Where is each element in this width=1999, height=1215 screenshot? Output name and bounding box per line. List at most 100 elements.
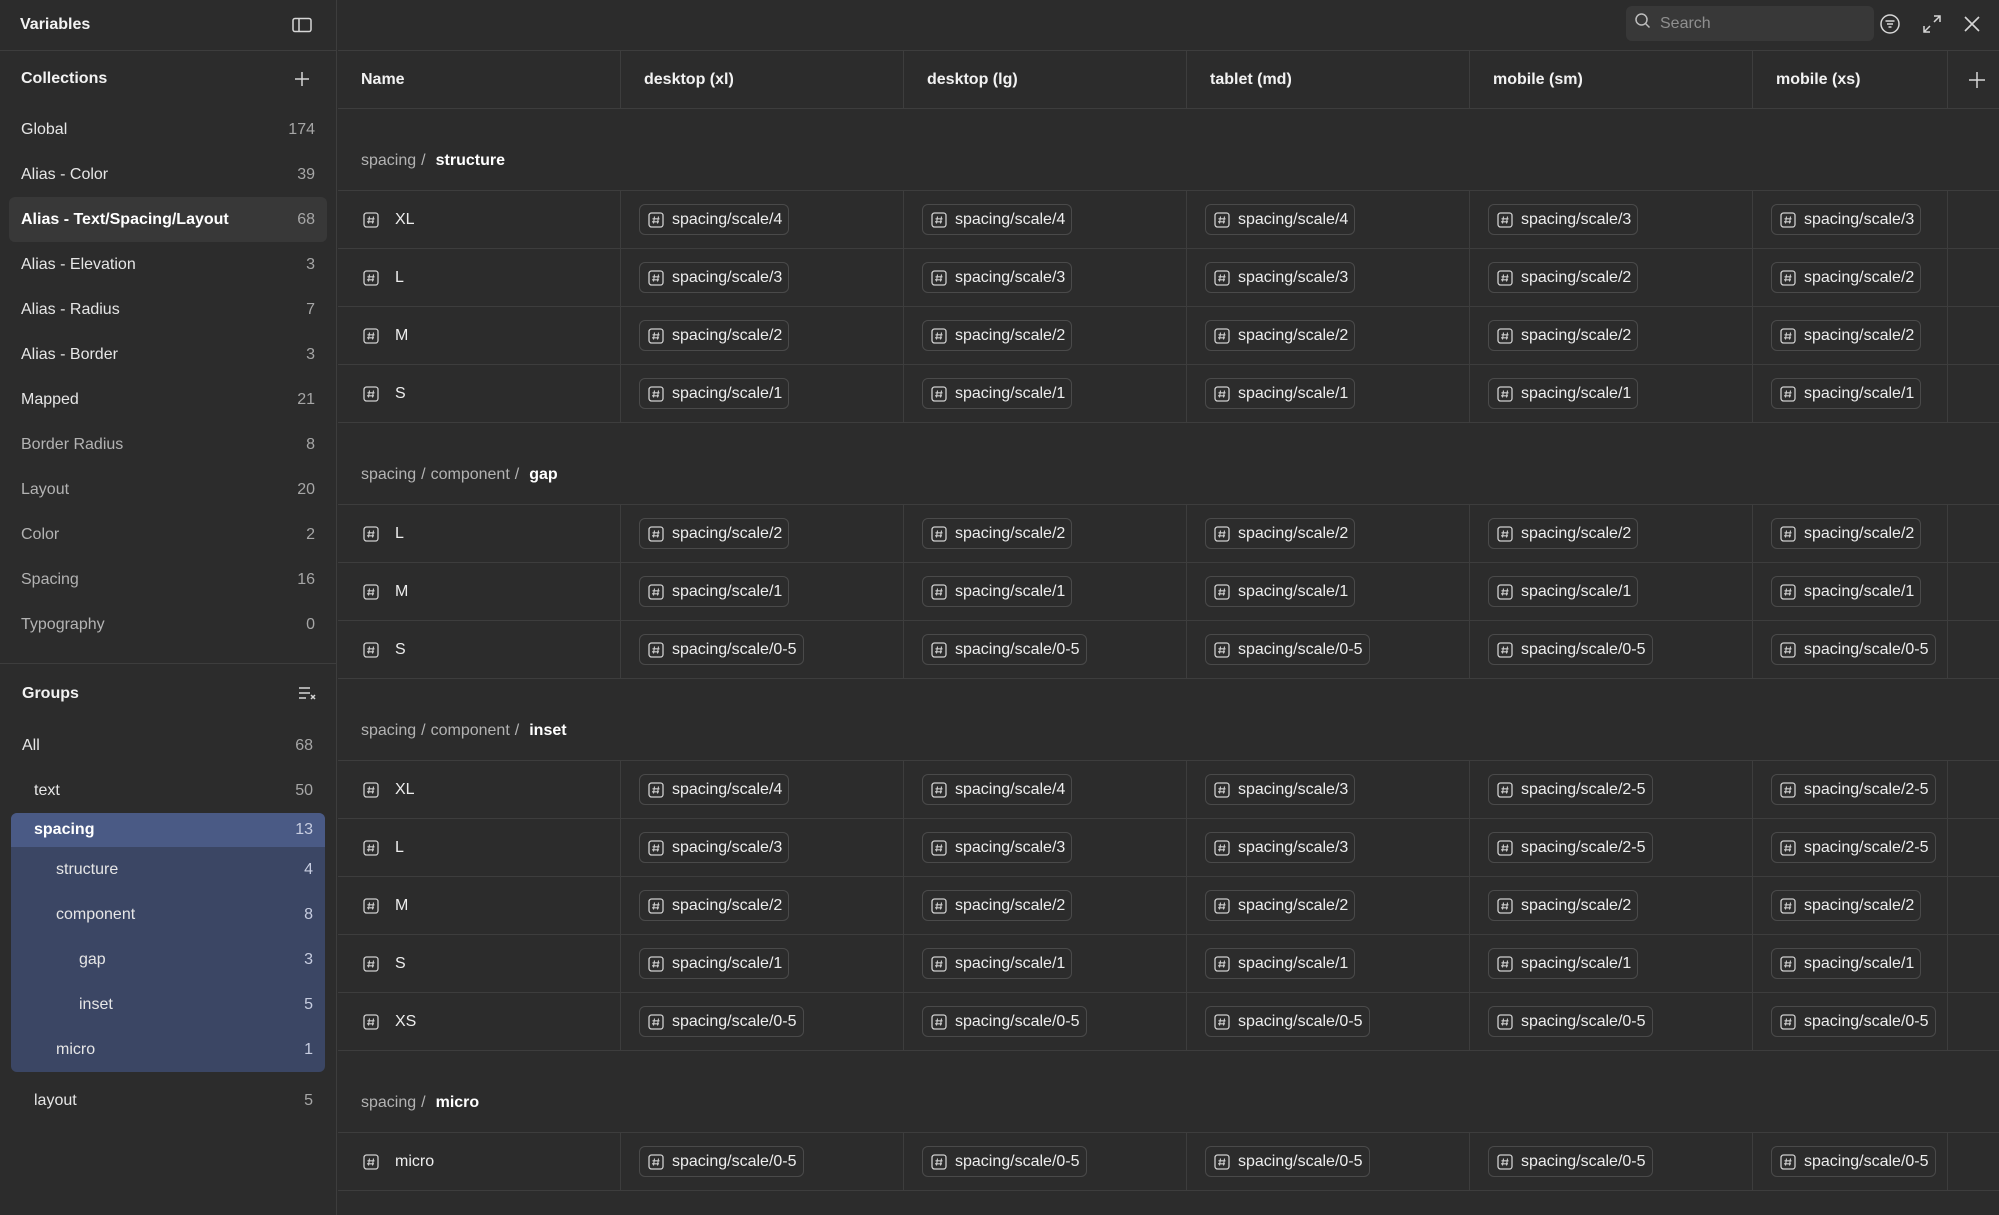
variable-value-cell[interactable]: spacing/scale/2 [904,877,1187,934]
variable-row[interactable]: micro spacing/scale/0-5 spacing/scale/0-5 s… [338,1133,1999,1191]
variable-value-cell[interactable]: spacing/scale/4 [621,761,904,818]
collection-item[interactable]: Border Radius 8 [9,422,327,467]
collection-item[interactable]: Color 2 [9,512,327,557]
group-item-layout[interactable]: layout 5 [11,1078,325,1123]
alias-chip[interactable]: spacing/scale/2 [1771,518,1922,549]
alias-chip[interactable]: spacing/scale/3 [922,832,1073,863]
close-icon[interactable] [1958,10,1986,38]
collection-item[interactable]: Typography 0 [9,602,327,647]
variable-name-cell[interactable]: micro [338,1133,621,1190]
variable-value-cell[interactable]: spacing/scale/2-5 [1470,819,1753,876]
alias-chip[interactable]: spacing/scale/1 [1205,948,1356,979]
variable-value-cell[interactable]: spacing/scale/2 [1470,505,1753,562]
alias-chip[interactable]: spacing/scale/3 [639,262,790,293]
variable-name-cell[interactable]: M [338,563,621,620]
variable-value-cell[interactable]: spacing/scale/3 [1187,761,1470,818]
group-item-spacing[interactable]: spacing 13 [11,813,325,847]
alias-chip[interactable]: spacing/scale/0-5 [922,1146,1087,1177]
variable-value-cell[interactable]: spacing/scale/1 [1187,365,1470,422]
variable-value-cell[interactable]: spacing/scale/0-5 [904,993,1187,1050]
alias-chip[interactable]: spacing/scale/2 [1205,518,1356,549]
variable-value-cell[interactable]: spacing/scale/4 [904,761,1187,818]
alias-chip[interactable]: spacing/scale/4 [639,204,790,235]
variable-value-cell[interactable]: spacing/scale/1 [1753,365,1948,422]
alias-chip[interactable]: spacing/scale/0-5 [1771,1006,1936,1037]
group-item-gap[interactable]: gap 3 [11,937,325,982]
variable-value-cell[interactable]: spacing/scale/4 [621,191,904,248]
variable-value-cell[interactable]: spacing/scale/2 [1470,249,1753,306]
alias-chip[interactable]: spacing/scale/2-5 [1771,774,1936,805]
alias-chip[interactable]: spacing/scale/4 [639,774,790,805]
alias-chip[interactable]: spacing/scale/2 [922,518,1073,549]
variable-value-cell[interactable]: spacing/scale/1 [1753,563,1948,620]
variable-value-cell[interactable]: spacing/scale/2-5 [1753,761,1948,818]
variable-value-cell[interactable]: spacing/scale/2 [904,505,1187,562]
variable-value-cell[interactable]: spacing/scale/2 [1187,877,1470,934]
alias-chip[interactable]: spacing/scale/3 [1771,204,1922,235]
variable-value-cell[interactable]: spacing/scale/1 [1187,563,1470,620]
variable-row[interactable]: Lspacing/scale/3 spacing/scale/3 spacing/s… [338,249,1999,307]
search-box[interactable] [1626,6,1874,41]
collection-item[interactable]: Mapped 21 [9,377,327,422]
variable-value-cell[interactable]: spacing/scale/2 [1753,877,1948,934]
collection-item[interactable]: Alias - Radius 7 [9,287,327,332]
alias-chip[interactable]: spacing/scale/4 [922,774,1073,805]
alias-chip[interactable]: spacing/scale/0-5 [639,1146,804,1177]
collection-item[interactable]: Alias - Elevation 3 [9,242,327,287]
variable-row[interactable]: Mspacing/scale/2 spacing/scale/2 spacing/s… [338,877,1999,935]
collection-item[interactable]: Alias - Color 39 [9,152,327,197]
variable-value-cell[interactable]: spacing/scale/2 [904,307,1187,364]
alias-chip[interactable]: spacing/scale/0-5 [1488,634,1653,665]
variable-value-cell[interactable]: spacing/scale/2 [1470,307,1753,364]
variable-value-cell[interactable]: spacing/scale/3 [1470,191,1753,248]
column-header-mode[interactable]: mobile (xs) [1753,51,1948,109]
variable-value-cell[interactable]: spacing/scale/0-5 [1187,1133,1470,1190]
alias-chip[interactable]: spacing/scale/1 [1771,576,1922,607]
alias-chip[interactable]: spacing/scale/1 [922,378,1073,409]
alias-chip[interactable]: spacing/scale/2 [1488,262,1639,293]
group-item-micro[interactable]: micro 1 [11,1027,325,1072]
alias-chip[interactable]: spacing/scale/2-5 [1488,832,1653,863]
variable-name-cell[interactable]: L [338,819,621,876]
alias-chip[interactable]: spacing/scale/1 [639,576,790,607]
variable-name-cell[interactable]: XL [338,761,621,818]
alias-chip[interactable]: spacing/scale/3 [1205,774,1356,805]
variable-name-cell[interactable]: L [338,505,621,562]
expand-icon[interactable] [1918,10,1946,38]
variable-value-cell[interactable]: spacing/scale/1 [904,365,1187,422]
alias-chip[interactable]: spacing/scale/0-5 [639,634,804,665]
alias-chip[interactable]: spacing/scale/2 [1771,262,1922,293]
group-item-all[interactable]: All 68 [11,723,325,768]
variable-value-cell[interactable]: spacing/scale/0-5 [1753,1133,1948,1190]
group-item-component[interactable]: component 8 [11,892,325,937]
alias-chip[interactable]: spacing/scale/1 [1205,576,1356,607]
variable-value-cell[interactable]: spacing/scale/1 [1470,365,1753,422]
alias-chip[interactable]: spacing/scale/3 [1488,204,1639,235]
alias-chip[interactable]: spacing/scale/2 [922,320,1073,351]
variable-value-cell[interactable]: spacing/scale/0-5 [621,621,904,678]
alias-chip[interactable]: spacing/scale/1 [1205,378,1356,409]
alias-chip[interactable]: spacing/scale/1 [1771,948,1922,979]
variable-value-cell[interactable]: spacing/scale/2 [1187,505,1470,562]
variable-value-cell[interactable]: spacing/scale/2 [621,307,904,364]
variable-value-cell[interactable]: spacing/scale/2-5 [1470,761,1753,818]
alias-chip[interactable]: spacing/scale/2 [639,320,790,351]
variable-value-cell[interactable]: spacing/scale/1 [904,563,1187,620]
variable-value-cell[interactable]: spacing/scale/0-5 [1753,621,1948,678]
variable-value-cell[interactable]: spacing/scale/1 [904,935,1187,992]
alias-chip[interactable]: spacing/scale/1 [1488,576,1639,607]
variable-value-cell[interactable]: spacing/scale/2-5 [1753,819,1948,876]
collection-item[interactable]: Alias - Text/Spacing/Layout 68 [9,197,327,242]
alias-chip[interactable]: spacing/scale/1 [639,948,790,979]
alias-chip[interactable]: spacing/scale/0-5 [1205,1006,1370,1037]
variable-row[interactable]: Mspacing/scale/2 spacing/scale/2 spacing/s… [338,307,1999,365]
variable-value-cell[interactable]: spacing/scale/2 [621,505,904,562]
variable-value-cell[interactable]: spacing/scale/0-5 [1470,621,1753,678]
alias-chip[interactable]: spacing/scale/0-5 [639,1006,804,1037]
variable-value-cell[interactable]: spacing/scale/0-5 [1187,993,1470,1050]
alias-chip[interactable]: spacing/scale/2 [1488,320,1639,351]
column-header-mode[interactable]: tablet (md) [1187,51,1470,109]
variable-name-cell[interactable]: S [338,621,621,678]
alias-chip[interactable]: spacing/scale/2 [1488,890,1639,921]
variable-value-cell[interactable]: spacing/scale/0-5 [1753,993,1948,1050]
